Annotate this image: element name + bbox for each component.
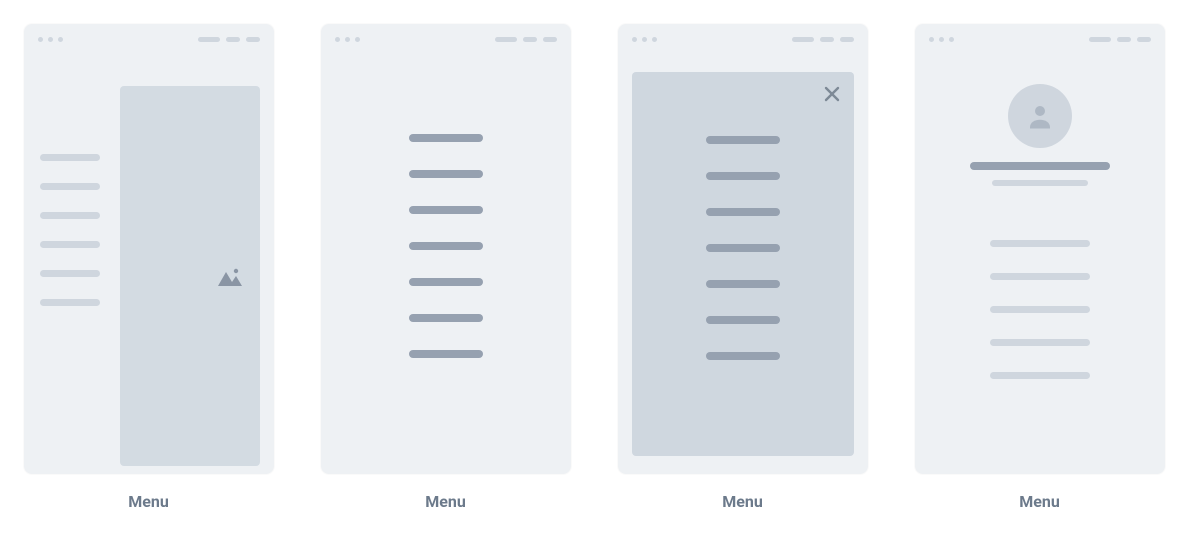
user-icon (1025, 101, 1055, 131)
overlay-menu (632, 136, 854, 360)
dot-icon (48, 37, 53, 42)
status-pill (1117, 37, 1131, 42)
menu-item[interactable] (706, 172, 780, 180)
status-pill (1137, 37, 1151, 42)
variant-caption: Menu (425, 492, 466, 511)
device-frame (618, 24, 868, 474)
status-pill (198, 37, 220, 42)
status-bar (618, 24, 868, 54)
window-dots (632, 37, 657, 42)
dot-icon (642, 37, 647, 42)
status-pill (495, 37, 517, 42)
menu-item[interactable] (706, 316, 780, 324)
screen-body (915, 54, 1165, 474)
status-indicators (792, 37, 854, 42)
variant-fullscreen-list: Menu (317, 24, 574, 511)
status-pill (543, 37, 557, 42)
menu-item[interactable] (706, 244, 780, 252)
dot-icon (929, 37, 934, 42)
menu-item[interactable] (990, 339, 1090, 346)
status-indicators (1089, 37, 1151, 42)
variant-caption: Menu (1019, 492, 1060, 511)
close-icon[interactable] (822, 84, 842, 104)
device-frame (321, 24, 571, 474)
menu-item[interactable] (40, 270, 100, 277)
dot-icon (58, 37, 63, 42)
menu-item[interactable] (409, 206, 483, 214)
menu-item[interactable] (706, 136, 780, 144)
screen-body (24, 54, 274, 474)
wireframe-gallery: Menu (0, 0, 1188, 511)
status-bar (321, 24, 571, 54)
profile-name-placeholder (970, 162, 1110, 170)
menu-item[interactable] (706, 280, 780, 288)
content-image-panel (120, 86, 260, 466)
menu-item[interactable] (409, 314, 483, 322)
status-bar (24, 24, 274, 54)
screen-body (321, 54, 571, 474)
dot-icon (335, 37, 340, 42)
dot-icon (632, 37, 637, 42)
avatar[interactable] (1008, 84, 1072, 148)
profile-subtitle-placeholder (992, 180, 1088, 186)
status-pill (820, 37, 834, 42)
variant-side-drawer: Menu (20, 24, 277, 511)
device-frame (915, 24, 1165, 474)
device-frame (24, 24, 274, 474)
status-bar (915, 24, 1165, 54)
menu-item[interactable] (990, 240, 1090, 247)
dot-icon (939, 37, 944, 42)
image-icon (216, 266, 244, 288)
menu-item[interactable] (409, 278, 483, 286)
window-dots (335, 37, 360, 42)
menu-item[interactable] (40, 299, 100, 306)
status-pill (226, 37, 240, 42)
menu-item[interactable] (990, 273, 1090, 280)
window-dots (929, 37, 954, 42)
status-pill (792, 37, 814, 42)
profile-menu (915, 240, 1165, 379)
variant-overlay-modal: Menu (614, 24, 871, 511)
menu-item[interactable] (706, 352, 780, 360)
dot-icon (38, 37, 43, 42)
dot-icon (652, 37, 657, 42)
status-indicators (495, 37, 557, 42)
menu-item[interactable] (409, 242, 483, 250)
dot-icon (345, 37, 350, 42)
menu-overlay-panel (632, 72, 854, 456)
menu-item[interactable] (409, 350, 483, 358)
status-pill (246, 37, 260, 42)
screen-body (618, 54, 868, 474)
status-pill (840, 37, 854, 42)
variant-caption: Menu (722, 492, 763, 511)
status-pill (523, 37, 537, 42)
menu-item[interactable] (40, 183, 100, 190)
dot-icon (949, 37, 954, 42)
status-indicators (198, 37, 260, 42)
menu-item[interactable] (409, 134, 483, 142)
variant-caption: Menu (128, 492, 169, 511)
menu-item[interactable] (990, 306, 1090, 313)
variant-profile-menu: Menu (911, 24, 1168, 511)
window-dots (38, 37, 63, 42)
dot-icon (355, 37, 360, 42)
menu-item[interactable] (40, 212, 100, 219)
center-menu (321, 134, 571, 358)
menu-item[interactable] (40, 154, 100, 161)
side-menu (40, 154, 100, 306)
status-pill (1089, 37, 1111, 42)
menu-item[interactable] (990, 372, 1090, 379)
menu-item[interactable] (40, 241, 100, 248)
menu-item[interactable] (409, 170, 483, 178)
menu-item[interactable] (706, 208, 780, 216)
